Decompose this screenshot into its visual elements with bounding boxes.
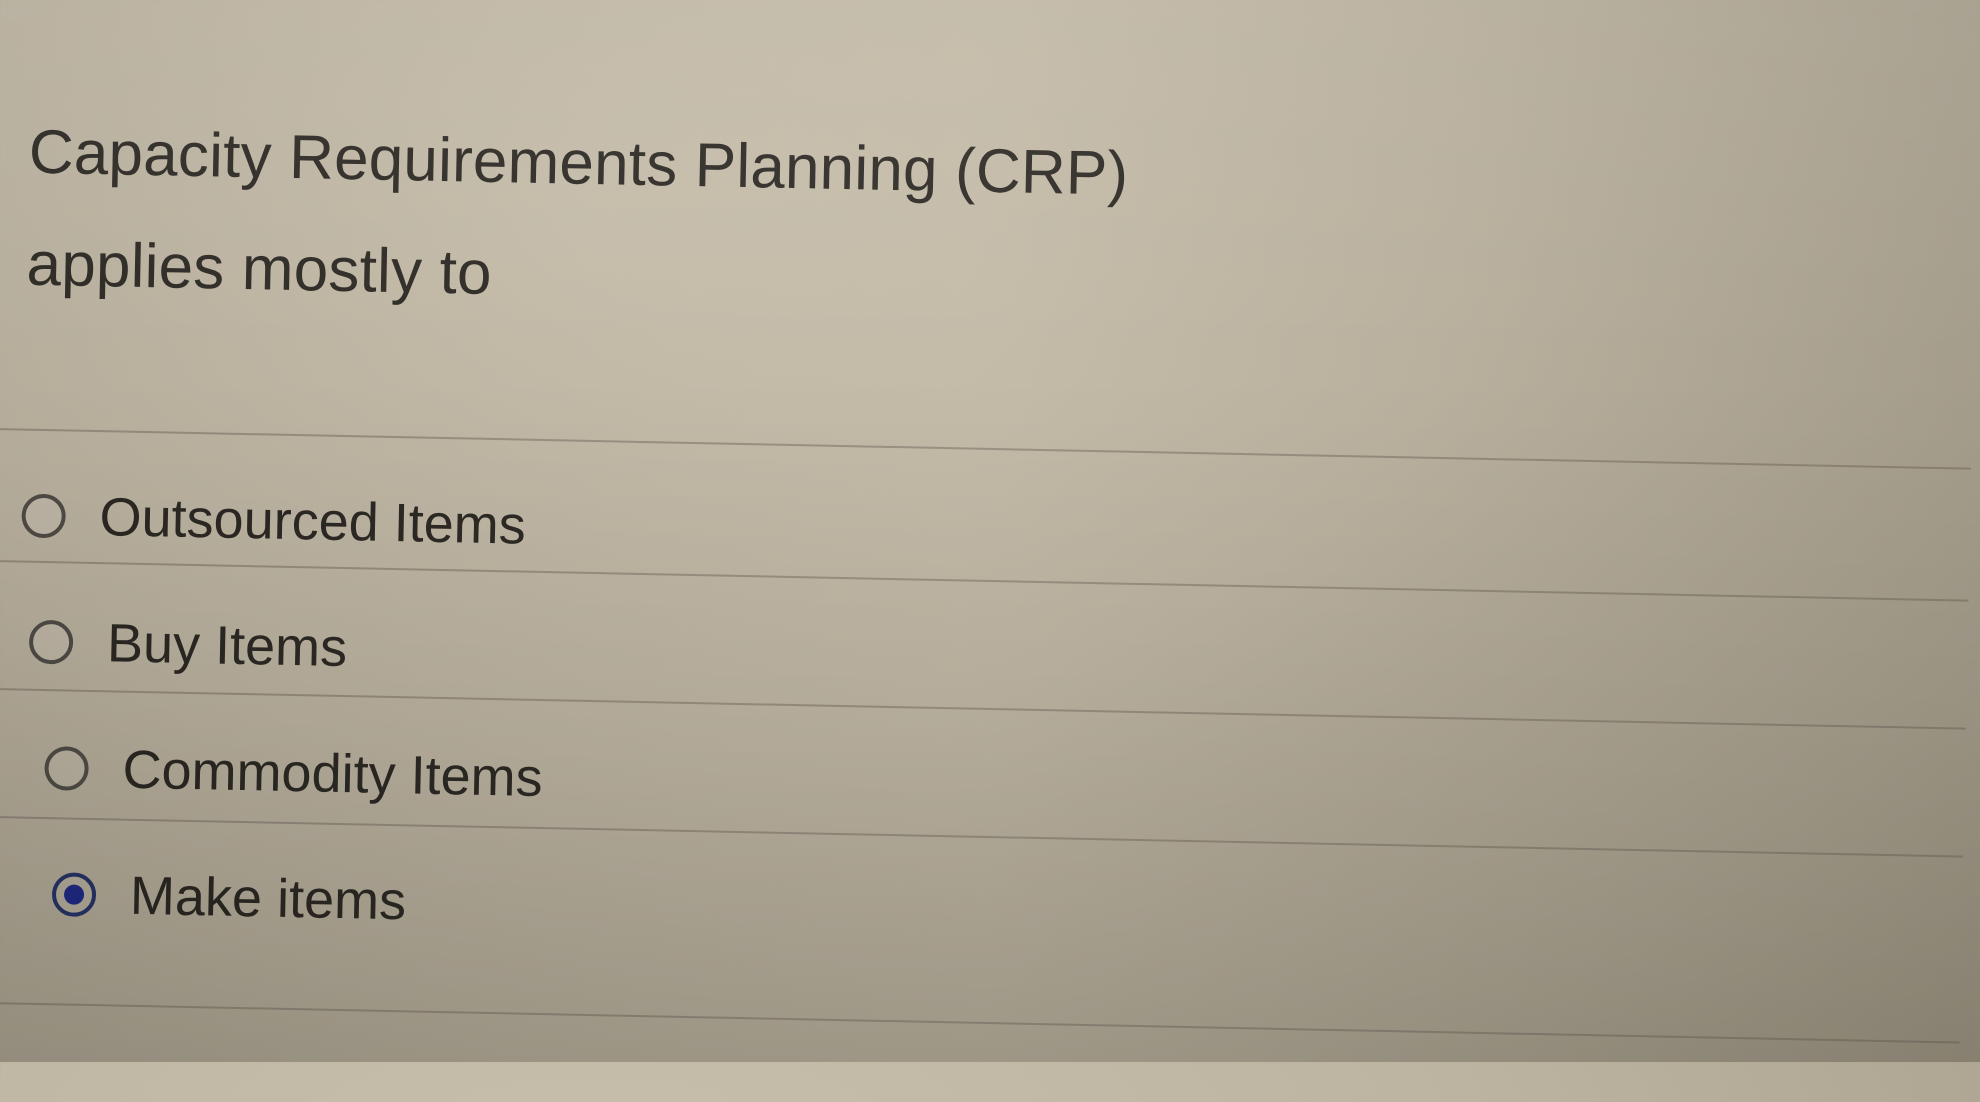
divider: [0, 815, 1964, 858]
answer-option-outsourced-items[interactable]: Outsourced Items: [21, 471, 527, 571]
divider: [0, 427, 1972, 470]
answer-option-make-items[interactable]: Make items: [51, 849, 407, 946]
divider: [0, 1001, 1960, 1044]
radio-unselected-icon[interactable]: [21, 493, 67, 539]
answer-option-buy-items[interactable]: Buy Items: [28, 597, 348, 693]
question-text: Capacity Requirements Planning (CRP) app…: [26, 97, 1270, 346]
radio-selected-icon[interactable]: [51, 872, 97, 918]
radio-unselected-icon[interactable]: [28, 619, 74, 665]
answer-option-label: Commodity Items: [121, 739, 544, 809]
answer-option-label: Make items: [129, 865, 407, 932]
answer-option-commodity-items[interactable]: Commodity Items: [44, 723, 544, 823]
radio-unselected-icon[interactable]: [44, 746, 90, 791]
divider: [0, 559, 1969, 602]
answer-option-label: Outsourced Items: [99, 487, 527, 556]
radio-selected-dot: [63, 884, 85, 905]
answer-option-label: Buy Items: [106, 613, 348, 679]
quiz-question-card: Capacity Requirements Planning (CRP) app…: [0, 0, 1980, 1102]
divider: [0, 687, 1966, 730]
